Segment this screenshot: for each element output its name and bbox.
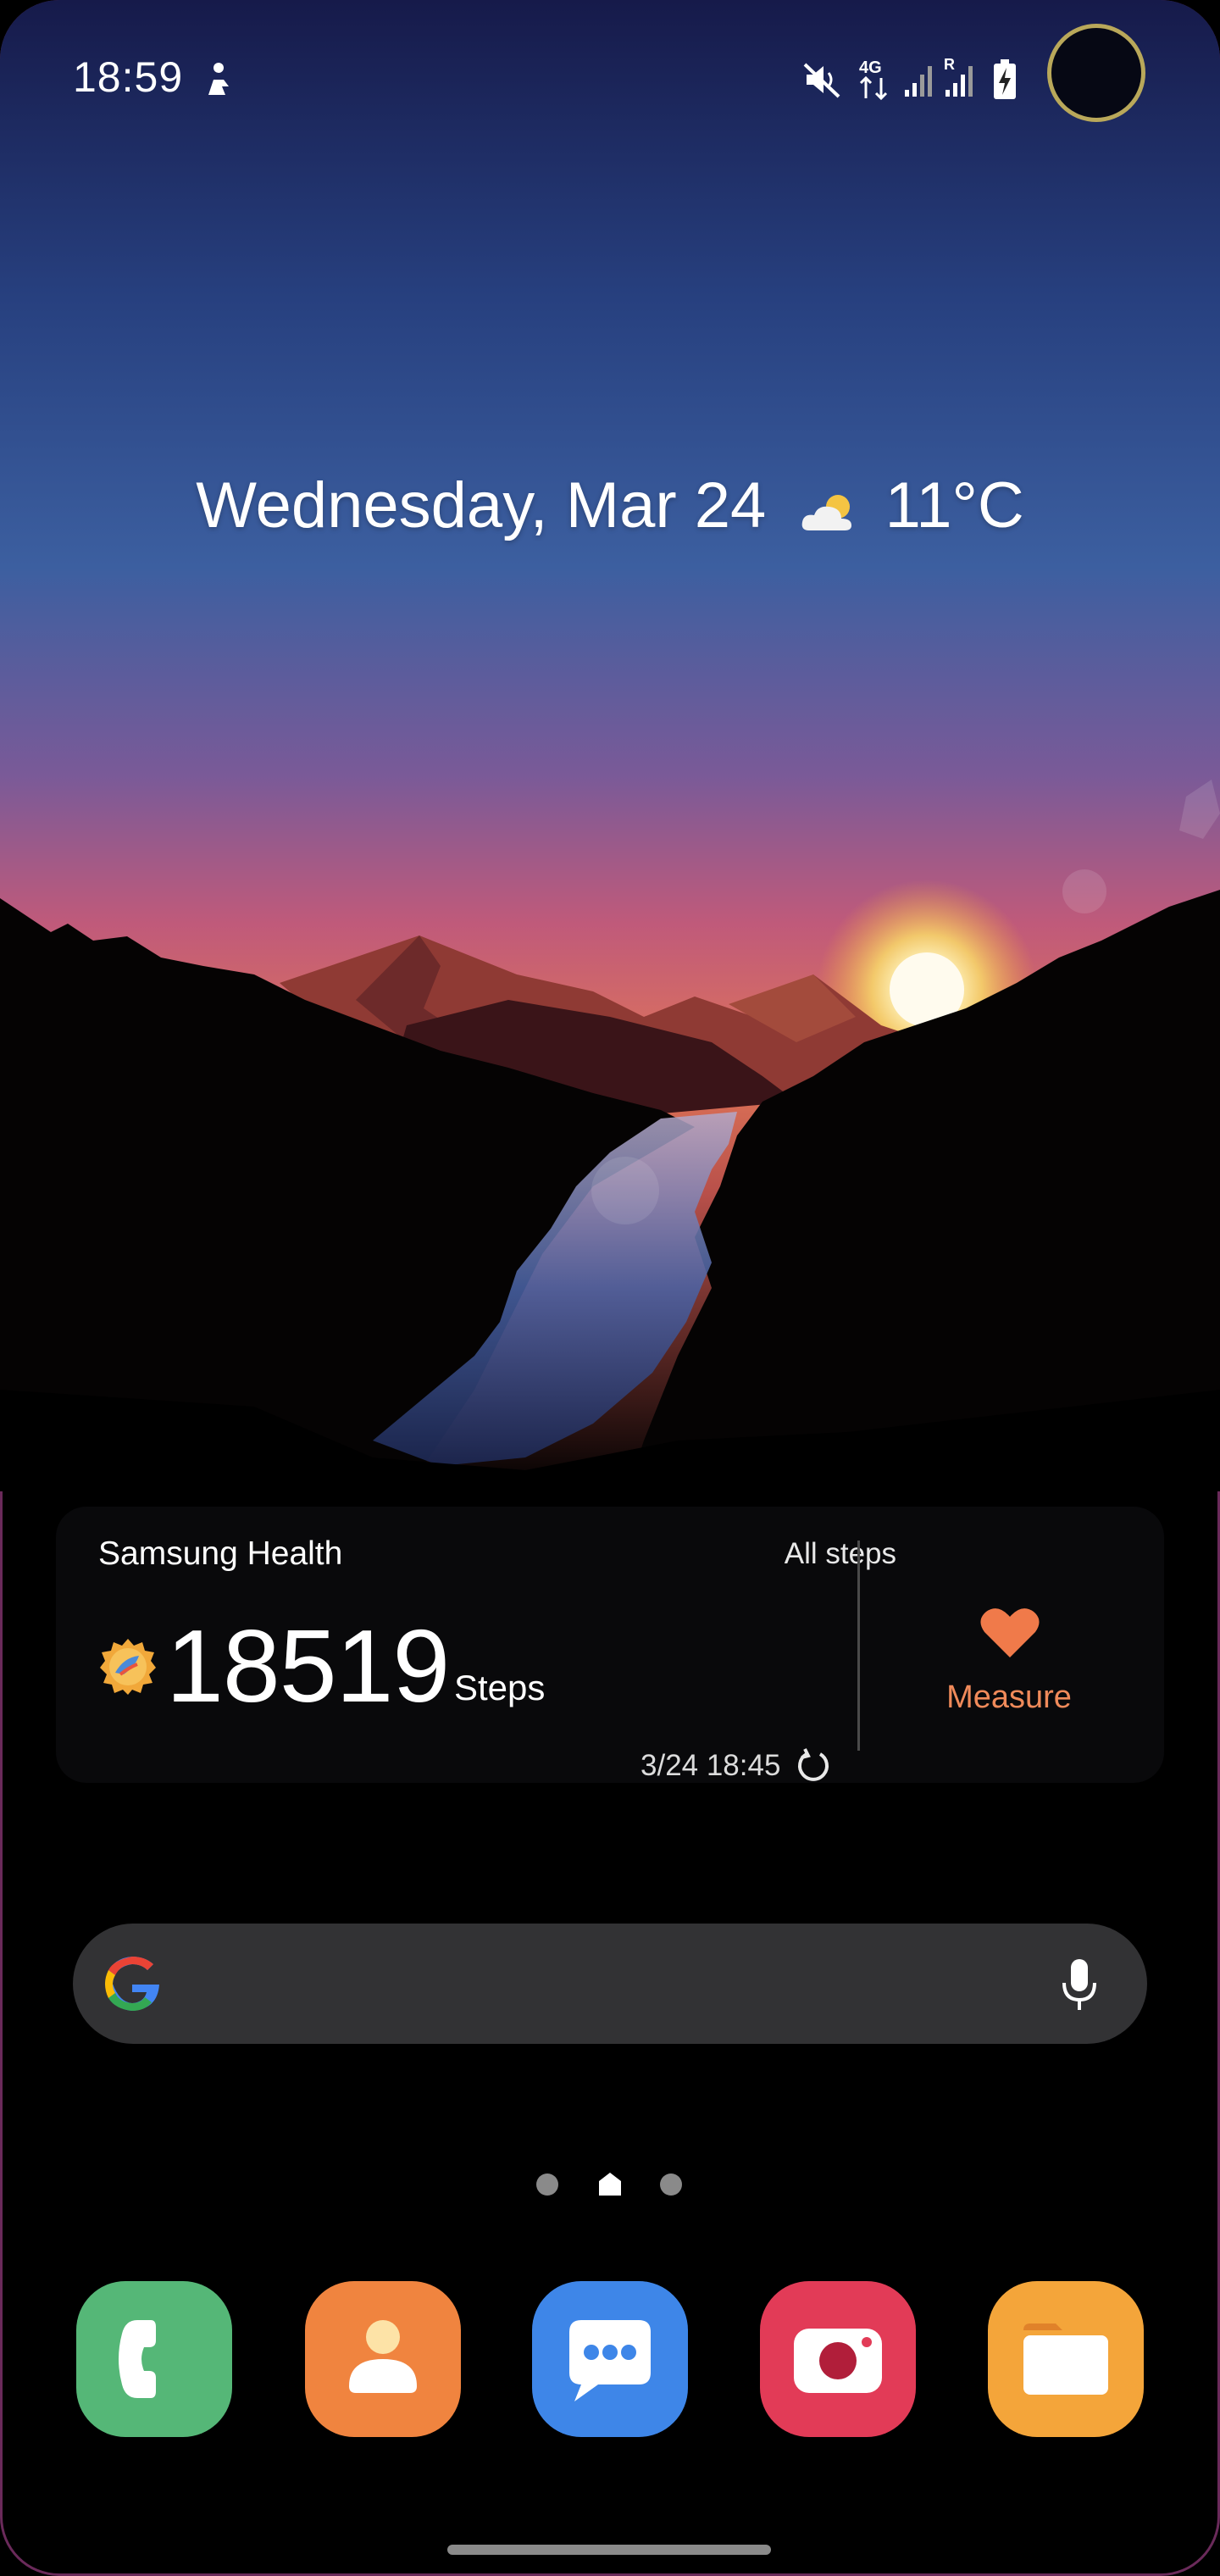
temperature-text: 11°C — [884, 469, 1024, 542]
page-dot-3[interactable] — [660, 2174, 682, 2196]
last-updated: 3/24 18:45 — [640, 1749, 781, 1782]
status-time: 18:59 — [73, 53, 184, 101]
contacts-app-icon[interactable] — [305, 2281, 461, 2437]
steps-badge-icon — [98, 1637, 158, 1696]
home-gesture-handle[interactable] — [447, 2545, 771, 2555]
partly-cloudy-icon — [799, 480, 860, 531]
battery-charging-icon — [993, 59, 1017, 100]
4g-data-icon: 4G — [857, 56, 893, 103]
phone-app-icon[interactable] — [76, 2281, 232, 2437]
samsung-health-widget[interactable]: Samsung Health All steps 18519 Steps 3/2… — [56, 1507, 1164, 1783]
widget-title: Samsung Health — [98, 1535, 343, 1572]
page-indicator[interactable] — [0, 2171, 1220, 2196]
steps-unit: Steps — [454, 1668, 546, 1707]
front-camera — [1047, 24, 1145, 122]
measure-button[interactable]: Measure — [946, 1679, 1073, 1716]
camera-app-icon[interactable] — [760, 2281, 916, 2437]
messages-app-icon[interactable] — [532, 2281, 688, 2437]
wallpaper — [0, 0, 1220, 1491]
widget-divider — [857, 1541, 860, 1751]
microphone-icon[interactable] — [1059, 1957, 1100, 2013]
step-count: 18519 — [166, 1608, 450, 1724]
all-steps-link[interactable]: All steps — [785, 1537, 896, 1571]
home-screen: 18:59 4G R Wednesday, Mar 24 11°C Samsun… — [0, 0, 1220, 2576]
page-dot-1[interactable] — [536, 2174, 558, 2196]
google-search-bar[interactable] — [73, 1924, 1147, 2044]
person-notification-icon — [203, 61, 234, 98]
heart-icon[interactable] — [979, 1605, 1040, 1659]
svg-text:4G: 4G — [859, 58, 882, 77]
my-files-app-icon[interactable] — [988, 2281, 1144, 2437]
refresh-icon[interactable] — [795, 1747, 832, 1785]
status-bar: 18:59 4G R — [0, 0, 1220, 161]
mute-icon — [801, 59, 842, 100]
google-g-icon[interactable] — [103, 1955, 161, 2012]
svg-text:R: R — [944, 56, 955, 73]
signal-icon — [903, 63, 937, 98]
date-weather-widget[interactable]: Wednesday, Mar 24 11°C — [0, 464, 1220, 542]
home-page-icon[interactable] — [598, 2171, 622, 2196]
date-text: Wednesday, Mar 24 — [196, 469, 767, 542]
roaming-signal-icon: R — [944, 56, 981, 100]
